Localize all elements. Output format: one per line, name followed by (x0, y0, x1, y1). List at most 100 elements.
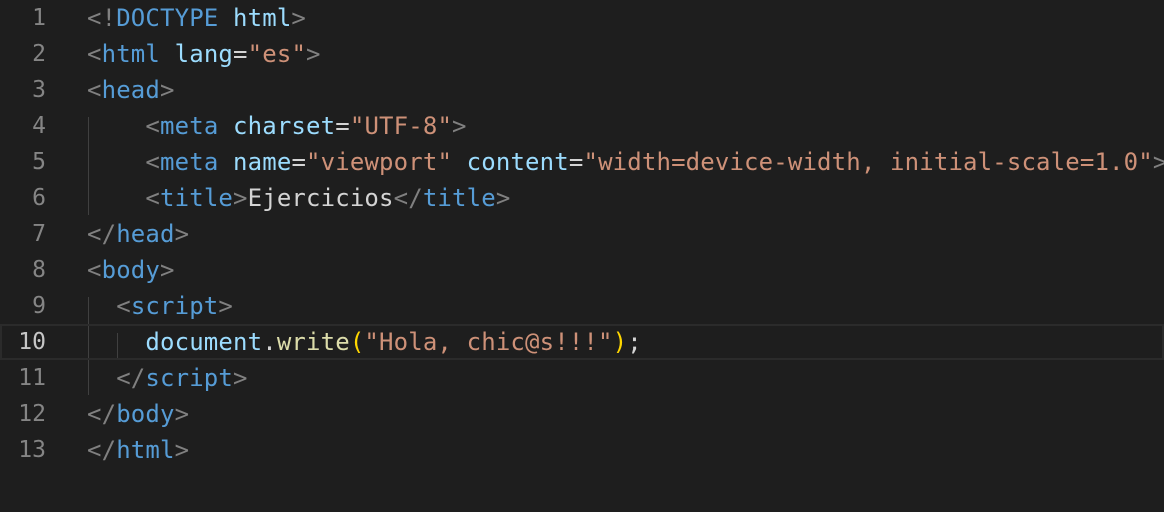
code-token: < (145, 112, 161, 140)
code-token: html (116, 436, 175, 464)
code-line[interactable]: 8 <body> (0, 252, 1164, 288)
line-number: 11 (18, 365, 46, 391)
code-token: </ (87, 400, 117, 428)
code-token: body (116, 400, 175, 428)
code-line[interactable]: 5 <meta name="viewport" content="width=d… (0, 144, 1164, 180)
code-text[interactable]: </head> (87, 216, 189, 252)
code-text[interactable]: <meta charset="UTF-8"> (87, 108, 467, 144)
code-text[interactable]: <meta name="viewport" content="width=dev… (87, 144, 1164, 180)
code-token: "viewport" (306, 148, 453, 176)
code-line[interactable]: 10 document.write("Hola, chic@s!!!"); (0, 324, 1164, 360)
code-token: < (145, 148, 161, 176)
code-token: name (233, 148, 292, 176)
code-token: < (87, 256, 102, 284)
code-token: < (87, 76, 102, 104)
code-text[interactable]: </html> (87, 432, 189, 468)
code-token: "UTF-8" (349, 112, 453, 140)
code-text[interactable]: document.write("Hola, chic@s!!!"); (87, 324, 642, 360)
code-token: < (145, 184, 161, 212)
code-token: > (452, 112, 467, 140)
code-text[interactable]: <title>Ejercicios</title> (87, 180, 510, 216)
line-number: 9 (32, 293, 46, 319)
line-number: 8 (32, 257, 46, 283)
code-token: > (160, 76, 175, 104)
code-token: > (160, 256, 175, 284)
code-token: > (495, 184, 511, 212)
code-token: content (466, 148, 569, 176)
code-token: > (1152, 148, 1164, 176)
code-line[interactable]: 6 <title>Ejercicios</title> (0, 180, 1164, 216)
code-token: meta (160, 148, 219, 176)
code-editor[interactable]: 1 <!DOCTYPE html> 2 <html lang="es"> 3 <head>… (0, 0, 1164, 512)
code-token: Ejercicios (247, 184, 394, 212)
code-text[interactable]: </body> (87, 396, 189, 432)
code-token: head (101, 76, 161, 104)
code-text[interactable]: <body> (87, 252, 175, 288)
code-token: </ (87, 220, 117, 248)
code-token: > (233, 364, 248, 392)
line-number: 2 (32, 41, 46, 67)
code-token: </ (393, 184, 423, 212)
code-token: meta (160, 112, 219, 140)
line-number: 7 (32, 221, 46, 247)
code-token: "width=device-width, initial-scale=1.0" (583, 148, 1153, 176)
code-text[interactable]: <head> (87, 72, 175, 108)
code-token: DOCTYPE (116, 4, 219, 32)
code-line[interactable]: 4 <meta charset="UTF-8"> (0, 108, 1164, 144)
code-text[interactable]: <script> (87, 288, 233, 324)
code-token: title (160, 184, 234, 212)
code-text[interactable]: </script> (87, 360, 248, 396)
code-token: > (306, 40, 321, 68)
code-line[interactable]: 1 <!DOCTYPE html> (0, 0, 1164, 36)
code-token: < (87, 40, 102, 68)
code-token: > (174, 400, 190, 428)
code-token: write (276, 328, 350, 356)
code-token: html (233, 4, 292, 32)
code-token: > (218, 292, 234, 320)
code-token: > (174, 220, 190, 248)
code-token: ; (627, 328, 642, 356)
line-number: 4 (32, 113, 46, 139)
code-token: <! (87, 4, 117, 32)
code-text[interactable]: <html lang="es"> (87, 36, 321, 72)
code-token: = (233, 40, 248, 68)
code-token: < (116, 292, 131, 320)
code-token: body (101, 256, 161, 284)
code-text[interactable]: <!DOCTYPE html> (87, 0, 306, 36)
code-token: script (130, 292, 219, 320)
code-token: "Hola, chic@s!!!" (364, 328, 613, 356)
line-number: 12 (18, 401, 46, 427)
code-line[interactable]: 13 </html> (0, 432, 1164, 468)
code-line[interactable]: 7 </head> (0, 216, 1164, 252)
line-number: 1 (32, 5, 46, 31)
code-token: lang (174, 40, 234, 68)
code-token: charset (233, 112, 336, 140)
line-number: 6 (32, 185, 46, 211)
code-line[interactable]: 2 <html lang="es"> (0, 36, 1164, 72)
code-token: "es" (247, 40, 307, 68)
code-token: html (101, 40, 161, 68)
code-token: = (568, 148, 584, 176)
code-token: </ (116, 364, 146, 392)
code-token: > (233, 184, 248, 212)
code-line[interactable]: 3 <head> (0, 72, 1164, 108)
line-number: 3 (32, 77, 46, 103)
code-line[interactable]: 9 <script> (0, 288, 1164, 324)
code-token: head (116, 220, 175, 248)
code-token: = (335, 112, 350, 140)
code-line[interactable]: 12 </body> (0, 396, 1164, 432)
code-line[interactable]: 11 </script> (0, 360, 1164, 396)
line-number: 5 (32, 149, 46, 175)
code-token: title (422, 184, 496, 212)
code-token: ( (349, 328, 365, 356)
code-token: script (145, 364, 234, 392)
